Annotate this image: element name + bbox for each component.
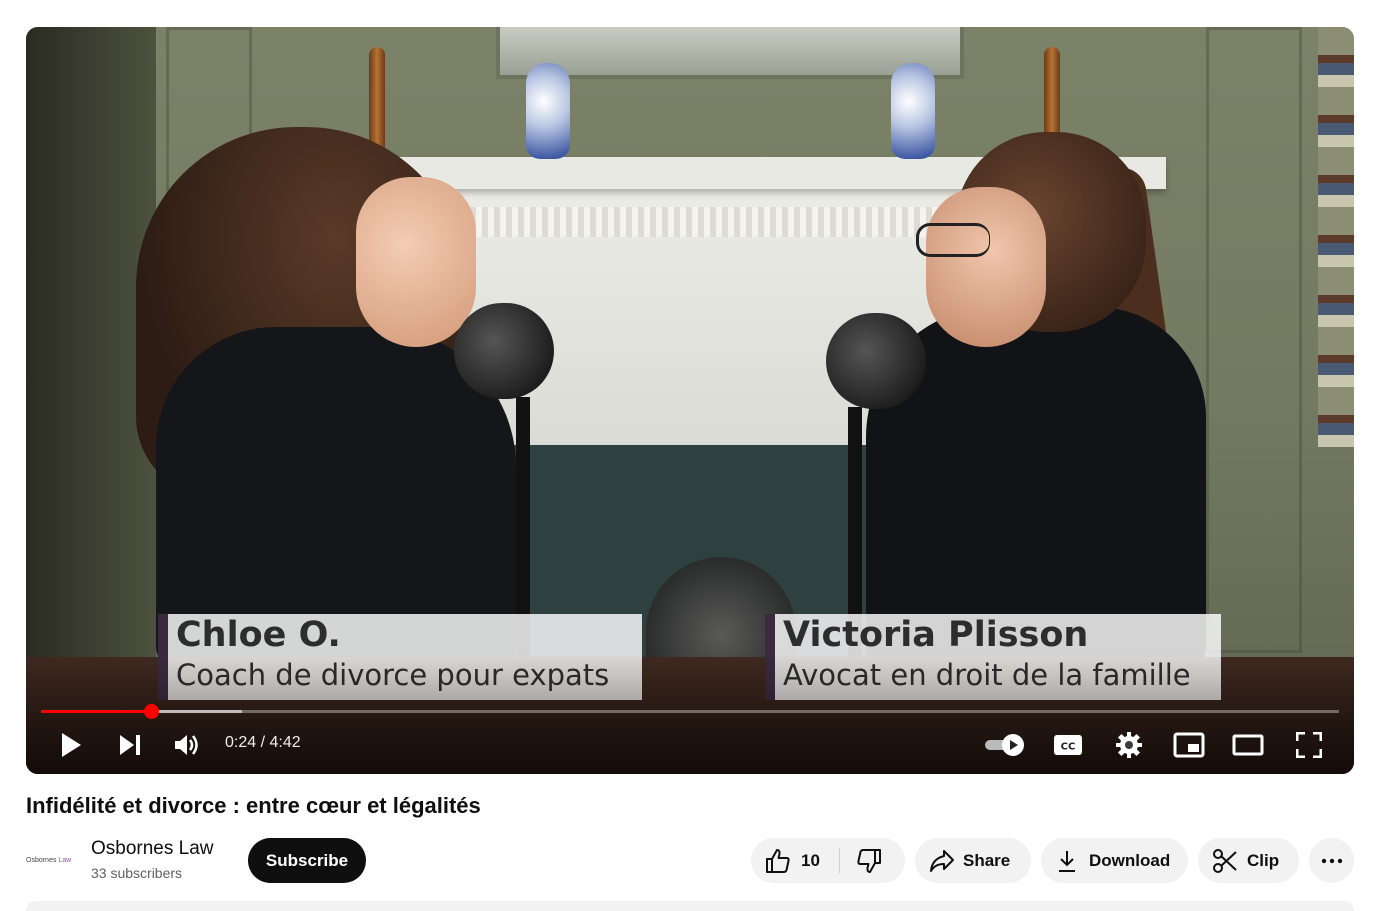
more-horizontal-icon [1321, 858, 1343, 864]
speaker-name: Chloe O. [176, 615, 341, 655]
play-button[interactable] [56, 727, 86, 763]
thumbs-down-icon [856, 848, 882, 874]
thumbs-up-icon [765, 848, 791, 874]
progress-played [41, 710, 152, 713]
video-player[interactable]: Chloe O. Coach de divorce pour expats Vi… [26, 27, 1354, 774]
microphone [454, 303, 554, 399]
clip-label: Clip [1247, 850, 1280, 870]
share-arrow-icon [929, 849, 955, 873]
channel-avatar[interactable]: Osbornes Law [26, 845, 76, 875]
next-button[interactable] [115, 727, 145, 763]
video-title: Infidélité et divorce : entre cœur et lé… [26, 793, 481, 818]
miniplayer-button[interactable] [1172, 727, 1206, 763]
progress-scrubber[interactable] [144, 704, 160, 719]
speaker-name: Victoria Plisson [783, 615, 1089, 655]
theater-icon [1232, 734, 1264, 756]
vase [891, 63, 935, 159]
like-dislike-group: 10 [751, 838, 905, 883]
channel-logo-text: Osbornes [26, 856, 57, 864]
share-button[interactable]: Share [915, 838, 1031, 883]
person-left-face [356, 177, 476, 347]
volume-button[interactable] [172, 727, 202, 763]
wall-panel [1206, 27, 1302, 653]
channel-logo-accent: Law [58, 856, 72, 864]
like-count: 10 [801, 850, 820, 870]
glasses [916, 223, 990, 257]
scissors-icon [1212, 848, 1238, 874]
like-button[interactable]: 10 [751, 838, 839, 883]
subscribe-button[interactable]: Subscribe [248, 838, 366, 883]
theater-button[interactable] [1231, 727, 1265, 763]
microphone [826, 313, 926, 409]
play-icon [62, 733, 81, 757]
captions-button[interactable]: CC [1052, 727, 1084, 763]
fullscreen-icon [1296, 732, 1322, 758]
person-right-face [926, 187, 1046, 347]
vase [526, 63, 570, 159]
share-label: Share [963, 850, 1011, 870]
next-icon [120, 735, 140, 755]
subscriber-count: 33 subscribers [91, 865, 183, 881]
time-display: 0:24 / 4:42 [225, 734, 301, 751]
download-label: Download [1089, 850, 1171, 870]
miniplayer-icon [1173, 732, 1205, 758]
channel-name[interactable]: Osbornes Law [91, 838, 214, 860]
background-bookshelf [1318, 27, 1354, 447]
clip-button[interactable]: Clip [1198, 838, 1299, 883]
volume-icon [175, 735, 198, 755]
download-icon [1057, 849, 1077, 873]
autoplay-toggle[interactable] [982, 727, 1028, 763]
progress-bar[interactable] [41, 704, 1339, 719]
fullscreen-button[interactable] [1294, 727, 1324, 763]
more-actions-button[interactable] [1309, 838, 1354, 883]
description-box-edge [26, 901, 1354, 911]
download-button[interactable]: Download [1041, 838, 1188, 883]
cc-icon: CC [1054, 735, 1082, 755]
gear-icon [1116, 732, 1142, 758]
dislike-button[interactable] [840, 838, 882, 883]
autoplay-toggle-icon [985, 734, 1024, 756]
settings-button[interactable] [1113, 727, 1145, 763]
controls-gradient [26, 654, 1354, 774]
svg-text:CC: CC [1061, 742, 1076, 753]
